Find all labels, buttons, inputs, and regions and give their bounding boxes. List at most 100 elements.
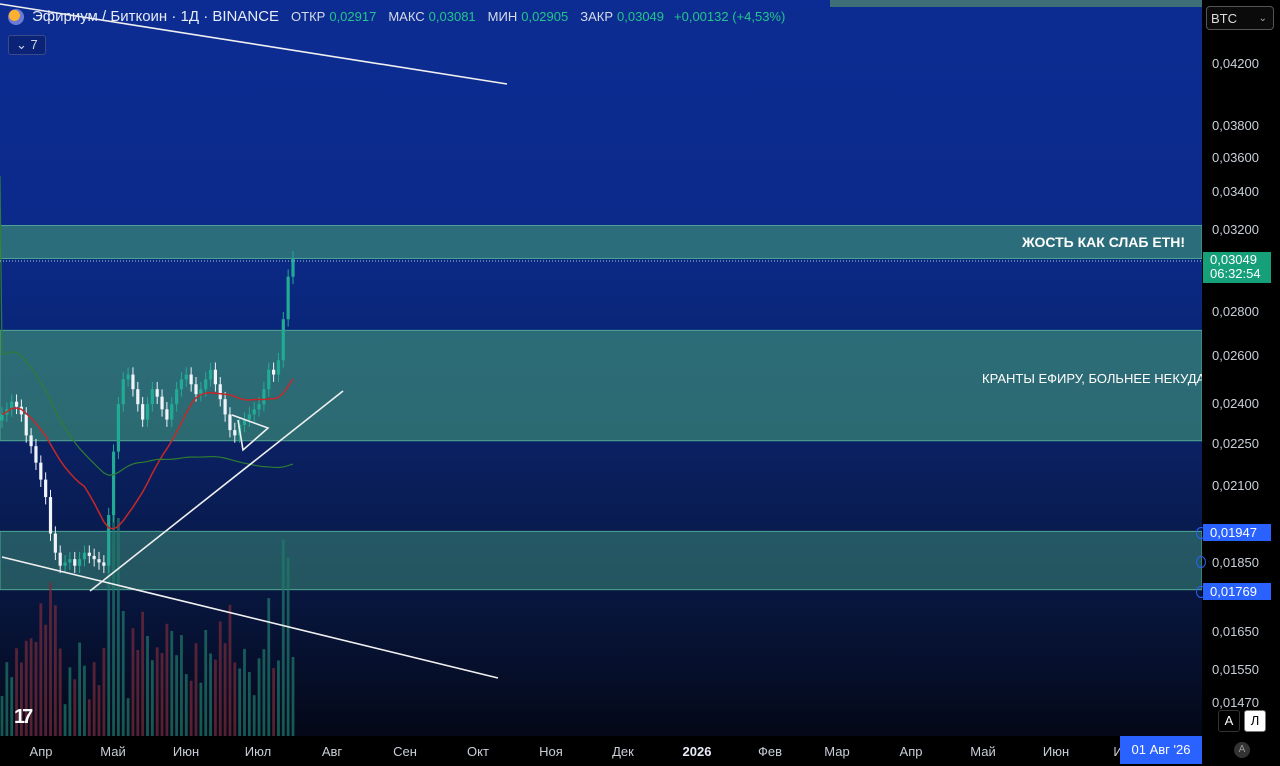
candle-body: [63, 562, 67, 566]
level-tag-lower[interactable]: 0,01769: [1203, 583, 1271, 600]
candle-body: [48, 497, 53, 534]
open-value: 0,02917: [329, 9, 377, 24]
time-tick-label: Апр: [29, 744, 53, 759]
volume-bar: [272, 668, 275, 736]
volume-bar: [257, 658, 261, 736]
time-tick-label: Авг: [321, 744, 343, 759]
candle-body: [262, 389, 266, 405]
volume-bar: [184, 674, 188, 736]
volume-bar: [87, 699, 91, 736]
symbol-title[interactable]: Эфириум / Биткоин · 1Д · BINANCE: [32, 8, 279, 25]
volume-bar: [0, 696, 4, 736]
level-handle-icon[interactable]: [1196, 527, 1206, 539]
candle-body: [228, 414, 232, 431]
high-label: МАКС: [388, 9, 425, 24]
volume-bar: [243, 648, 246, 736]
volume-bar: [267, 598, 271, 736]
volume-bar: [126, 698, 130, 736]
candle-body: [155, 389, 159, 397]
tradingview-app: Эфириум / Биткоин · 1Д · BINANCE ОТКР 0,0…: [0, 0, 1280, 766]
volume-bar: [131, 628, 135, 736]
level-tag-upper[interactable]: 0,01947: [1203, 524, 1271, 541]
price-tick-label: 0,03400: [1212, 184, 1259, 199]
price-tick-label: 0,03800: [1212, 118, 1259, 133]
time-tick-label: Окт: [467, 744, 489, 759]
zone-label-top[interactable]: ЖОСТЬ КАК СЛАБ ETH!: [1022, 234, 1185, 250]
volume-bar: [194, 643, 198, 736]
volume-bar: [160, 652, 164, 736]
candle-body: [102, 562, 106, 566]
currency-select[interactable]: BTC ⌄: [1206, 6, 1274, 30]
volume-bar: [281, 539, 285, 736]
axis-settings-button[interactable]: A: [1234, 742, 1250, 758]
price-chart[interactable]: [0, 0, 1202, 736]
change-value: +0,00132 (+4,53%): [674, 9, 786, 24]
chevron-down-icon: ⌄: [16, 37, 27, 52]
candle-body: [272, 369, 276, 375]
indicators-count: 7: [30, 37, 38, 52]
price-tick-label: 0,02400: [1212, 396, 1259, 411]
price-axis[interactable]: 0,04200 0,03800 0,03600 0,03400 0,03200 0,028…: [1202, 0, 1280, 736]
candle-body: [78, 559, 82, 566]
close-value: 0,03049: [617, 9, 665, 24]
high-value: 0,03081: [428, 9, 476, 24]
price-tick-label: 0,04200: [1212, 56, 1259, 71]
log-scale-button[interactable]: Л: [1244, 710, 1266, 732]
volume-bar: [214, 659, 217, 736]
volume-bar: [53, 605, 57, 736]
volume-bar: [117, 518, 120, 736]
eth-logo-icon: [8, 8, 24, 25]
candle-body: [281, 319, 285, 361]
candle-body: [276, 360, 281, 375]
tradingview-logo[interactable]: 17: [14, 706, 33, 729]
price-tick-label: 0,02800: [1212, 304, 1259, 319]
volume-bar: [286, 557, 290, 736]
volume-bar: [49, 582, 52, 736]
candle-body: [199, 389, 203, 395]
volume-bar: [5, 662, 9, 736]
top-zone-strip: [830, 0, 1202, 7]
volume-bar: [39, 603, 43, 736]
time-axis[interactable]: Апр Май Июн Июл Авг Сен Окт Ноя Дек 2026 Фев Мар Апр…: [0, 736, 1280, 766]
level-handle-icon[interactable]: [1196, 556, 1206, 568]
volume-bar: [150, 660, 154, 736]
candle-body: [170, 404, 174, 420]
zone-rectangle[interactable]: [0, 530, 1202, 591]
candle-body: [0, 414, 4, 421]
candle-body: [39, 462, 43, 480]
volume-bar: [180, 635, 183, 736]
indicators-toggle[interactable]: ⌄ 7: [8, 35, 46, 55]
candle-body: [68, 559, 72, 563]
candle-body: [150, 389, 154, 405]
volume-bar: [121, 611, 125, 736]
candle-body: [175, 389, 179, 405]
volume-bar: [102, 648, 106, 736]
time-tick-label: Сен: [393, 744, 417, 759]
volume-bar: [44, 624, 48, 736]
level-handle-icon[interactable]: [1196, 586, 1206, 598]
time-tick-label: Июн: [172, 744, 200, 759]
candle-body: [107, 515, 111, 566]
chevron-down-icon: ⌄: [1258, 13, 1267, 24]
candle-body: [136, 389, 140, 405]
time-tick-label: 2026: [682, 744, 712, 759]
candle-body: [116, 404, 120, 452]
candle-body: [34, 446, 38, 463]
symbol-legend[interactable]: Эфириум / Биткоин · 1Д · BINANCE ОТКР 0,0…: [8, 8, 785, 25]
candle-body: [111, 451, 116, 516]
candle-body: [233, 430, 237, 436]
volume-bar: [97, 685, 101, 736]
candle-body: [53, 533, 57, 553]
zone-label-middle[interactable]: КРАНТЫ ЕФИРУ, БОЛЬНЕЕ НЕКУДА: [982, 371, 1205, 386]
candle-body: [92, 555, 96, 560]
time-tick-label: Дек: [612, 744, 634, 759]
auto-scale-button[interactable]: A: [1218, 710, 1240, 732]
price-tick-label: 0,02250: [1212, 436, 1259, 451]
currency-value: BTC: [1211, 11, 1237, 26]
candle-body: [204, 379, 208, 390]
price-tick-label: 0,01850: [1212, 555, 1259, 570]
candle-body: [247, 414, 251, 420]
volume-bar: [92, 662, 96, 736]
volume-bar: [262, 649, 266, 736]
volume-bar: [175, 655, 178, 736]
